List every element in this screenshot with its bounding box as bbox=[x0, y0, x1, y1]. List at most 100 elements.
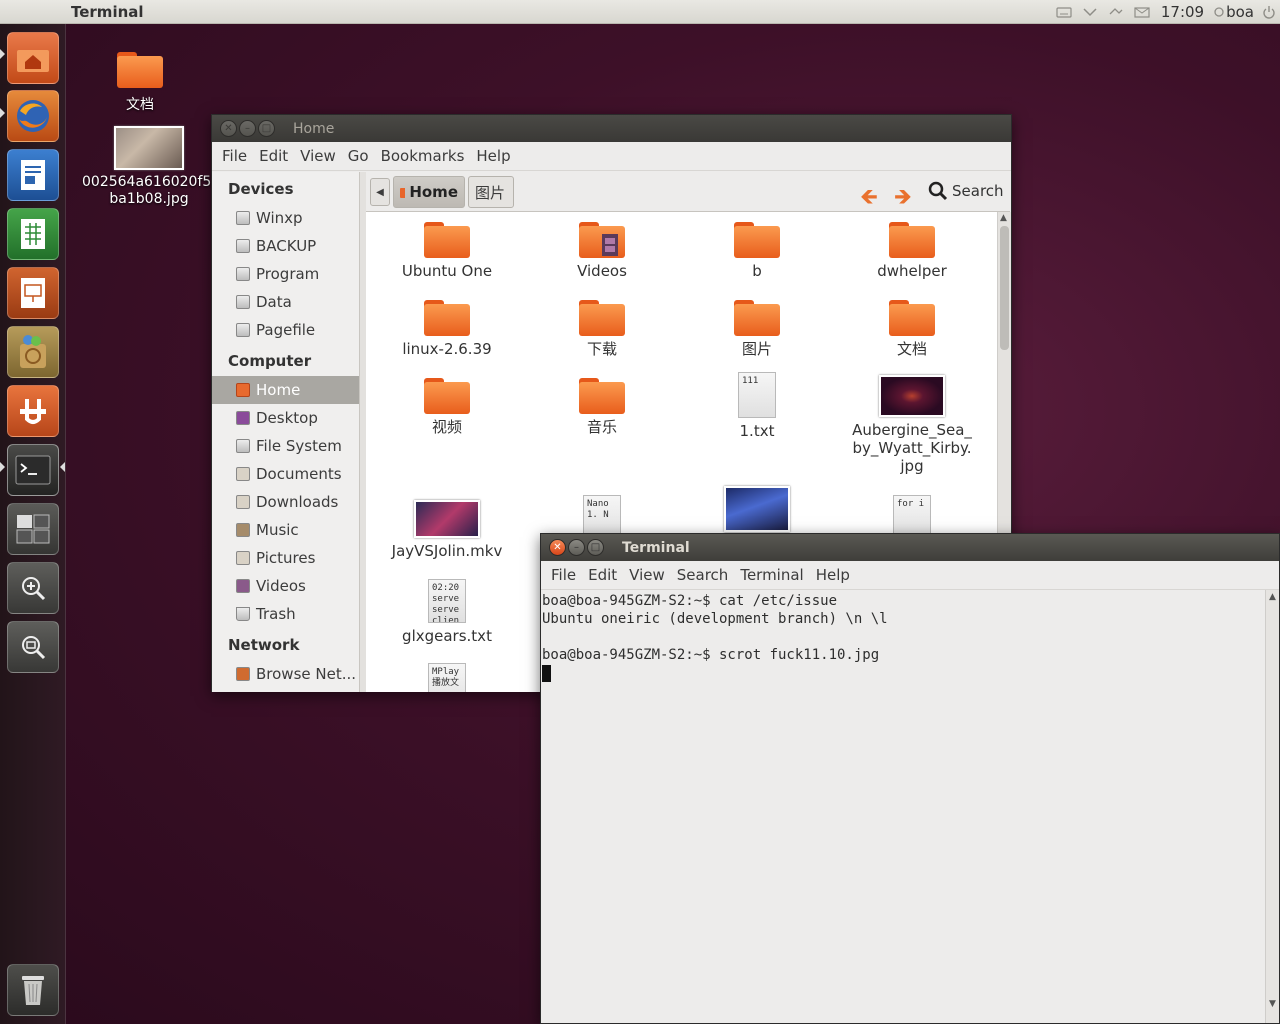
sidebar-item-pictures[interactable]: Pictures bbox=[212, 544, 359, 572]
minimize-button[interactable]: – bbox=[568, 539, 585, 556]
sidebar-item-music[interactable]: Music bbox=[212, 516, 359, 544]
minimize-button[interactable]: – bbox=[239, 120, 256, 137]
file-item-dwhelper[interactable]: dwhelper bbox=[847, 222, 977, 280]
desktop-icon-image-file[interactable]: 002564a616020f5b ba1b08.jpg bbox=[82, 126, 220, 208]
sidebar-item-videos[interactable]: Videos bbox=[212, 572, 359, 600]
terminal-scrollbar[interactable]: ▲ ▼ bbox=[1265, 590, 1279, 1023]
launcher-terminal[interactable] bbox=[7, 444, 59, 496]
menu-view[interactable]: View bbox=[623, 566, 671, 584]
sidebar-item-documents[interactable]: Documents bbox=[212, 460, 359, 488]
file-item-mplayer-txt[interactable]: MPlay 播放文 bbox=[382, 663, 512, 692]
breadcrumb-home[interactable]: Home bbox=[393, 176, 465, 208]
menu-terminal[interactable]: Terminal bbox=[734, 566, 809, 584]
sidebar-item-program[interactable]: Program bbox=[212, 260, 359, 288]
zoom-out-icon bbox=[22, 636, 46, 660]
keyboard-icon[interactable] bbox=[1051, 0, 1077, 24]
desktop-icon-documents-link[interactable]: 文档 bbox=[100, 52, 180, 114]
file-item-downloads-cn[interactable]: 下载 bbox=[537, 300, 667, 358]
terminal-output[interactable]: boa@boa-945GZM-S2:~$ cat /etc/issue Ubunt… bbox=[541, 590, 1265, 1023]
file-item-glxgears-txt[interactable]: 02:20 serve serve clien glxgears.txt bbox=[382, 579, 512, 645]
breadcrumb-pictures[interactable]: 图片 bbox=[468, 176, 514, 208]
file-item-1-txt[interactable]: 111 1.txt bbox=[692, 372, 822, 440]
sidebar-item-data[interactable]: Data bbox=[212, 288, 359, 316]
terminal-line: boa@boa-945GZM-S2:~$ cat /etc/issue bbox=[542, 593, 838, 609]
terminal-icon bbox=[15, 455, 51, 485]
scrollbar-thumb[interactable] bbox=[1000, 226, 1009, 350]
launcher-ubuntu-one[interactable] bbox=[7, 385, 59, 437]
clock[interactable]: 17:09 bbox=[1161, 3, 1204, 21]
file-item-linux-2.6.39[interactable]: linux-2.6.39 bbox=[382, 300, 512, 358]
launcher-trash[interactable] bbox=[7, 964, 59, 1016]
sidebar-item-winxp[interactable]: Winxp bbox=[212, 204, 359, 232]
file-item-pictures-cn[interactable]: 图片 bbox=[692, 300, 822, 358]
sidebar-item-home[interactable]: Home bbox=[212, 376, 359, 404]
menu-edit[interactable]: Edit bbox=[253, 147, 294, 165]
text-file-icon: MPlay 播放文 bbox=[428, 663, 466, 692]
sidebar-item-downloads[interactable]: Downloads bbox=[212, 488, 359, 516]
file-item-jayvsjolin[interactable]: JayVSJolin.mkv bbox=[382, 500, 512, 560]
launcher-focused-indicator bbox=[60, 462, 65, 472]
user-icon[interactable] bbox=[1212, 0, 1226, 24]
terminal-titlebar[interactable]: ✕ – □ Terminal bbox=[541, 534, 1279, 561]
file-item-video[interactable] bbox=[692, 486, 822, 532]
close-button[interactable]: ✕ bbox=[549, 539, 566, 556]
search-button[interactable]: Search bbox=[928, 181, 1004, 201]
close-button[interactable]: ✕ bbox=[220, 120, 237, 137]
network-icon[interactable] bbox=[1077, 0, 1103, 24]
sidebar-item-label: Pictures bbox=[256, 549, 316, 567]
scroll-down-arrow-icon[interactable]: ▼ bbox=[1269, 999, 1276, 1009]
menu-search[interactable]: Search bbox=[671, 566, 735, 584]
menu-view[interactable]: View bbox=[294, 147, 342, 165]
file-item-ubuntu-one[interactable]: Ubuntu One bbox=[382, 222, 512, 280]
sidebar-item-backup[interactable]: BACKUP bbox=[212, 232, 359, 260]
sidebar-heading-network: Network bbox=[228, 636, 300, 654]
file-item-music-cn[interactable]: 音乐 bbox=[537, 378, 667, 436]
launcher-zoom-in[interactable] bbox=[7, 562, 59, 614]
launcher-calc[interactable] bbox=[7, 208, 59, 260]
file-item-documents-cn[interactable]: 文档 bbox=[847, 300, 977, 358]
file-item-b[interactable]: b bbox=[692, 222, 822, 280]
launcher-software-center[interactable] bbox=[7, 326, 59, 378]
sidebar-item-label: Downloads bbox=[256, 493, 339, 511]
messaging-icon[interactable] bbox=[1103, 0, 1129, 24]
launcher-workspace-switcher[interactable] bbox=[7, 503, 59, 555]
menu-bookmarks[interactable]: Bookmarks bbox=[375, 147, 471, 165]
launcher-zoom-out[interactable] bbox=[7, 621, 59, 673]
file-item-videos[interactable]: Videos bbox=[537, 222, 667, 280]
launcher-firefox[interactable] bbox=[7, 90, 59, 142]
sidebar-item-desktop[interactable]: Desktop bbox=[212, 404, 359, 432]
file-item-aubergine-sea[interactable]: Aubergine_Sea_ by_Wyatt_Kirby. jpg bbox=[847, 375, 977, 475]
drive-icon bbox=[236, 239, 250, 253]
menu-edit[interactable]: Edit bbox=[582, 566, 623, 584]
sidebar-item-trash[interactable]: Trash bbox=[212, 600, 359, 628]
file-label: JayVSJolin.mkv bbox=[391, 542, 503, 560]
file-label: 音乐 bbox=[586, 418, 617, 436]
menu-go[interactable]: Go bbox=[342, 147, 375, 165]
sidebar-item-browse-network[interactable]: Browse Net... bbox=[212, 660, 359, 688]
menu-file[interactable]: File bbox=[216, 147, 253, 165]
menu-help[interactable]: Help bbox=[810, 566, 856, 584]
workspaces-icon bbox=[16, 514, 50, 544]
sidebar-item-file-system[interactable]: File System bbox=[212, 432, 359, 460]
scroll-up-arrow-icon[interactable]: ▲ bbox=[1000, 213, 1007, 223]
launcher-home-folder[interactable] bbox=[7, 32, 59, 84]
breadcrumb-scroll-left-button[interactable]: ◀ bbox=[370, 178, 390, 206]
file-label: glxgears.txt bbox=[402, 627, 492, 645]
sidebar-item-pagefile[interactable]: Pagefile bbox=[212, 316, 359, 344]
maximize-button[interactable]: □ bbox=[258, 120, 275, 137]
scroll-up-arrow-icon[interactable]: ▲ bbox=[1269, 592, 1276, 602]
breadcrumb-label: Home bbox=[409, 183, 458, 201]
menu-help[interactable]: Help bbox=[470, 147, 516, 165]
power-icon[interactable] bbox=[1258, 0, 1280, 24]
launcher-writer[interactable] bbox=[7, 149, 59, 201]
launcher-impress[interactable] bbox=[7, 267, 59, 319]
mail-icon[interactable] bbox=[1129, 0, 1155, 24]
menu-file[interactable]: File bbox=[545, 566, 582, 584]
maximize-button[interactable]: □ bbox=[587, 539, 604, 556]
file-item-videos-cn[interactable]: 视频 bbox=[382, 378, 512, 436]
indicator-area: 17:09 boa bbox=[1051, 0, 1280, 24]
videos-folder-icon bbox=[236, 579, 250, 593]
user-name[interactable]: boa bbox=[1226, 3, 1254, 21]
file-manager-titlebar[interactable]: ✕ – □ Home bbox=[212, 115, 1011, 142]
text-preview: Nano 1. N bbox=[587, 499, 609, 520]
